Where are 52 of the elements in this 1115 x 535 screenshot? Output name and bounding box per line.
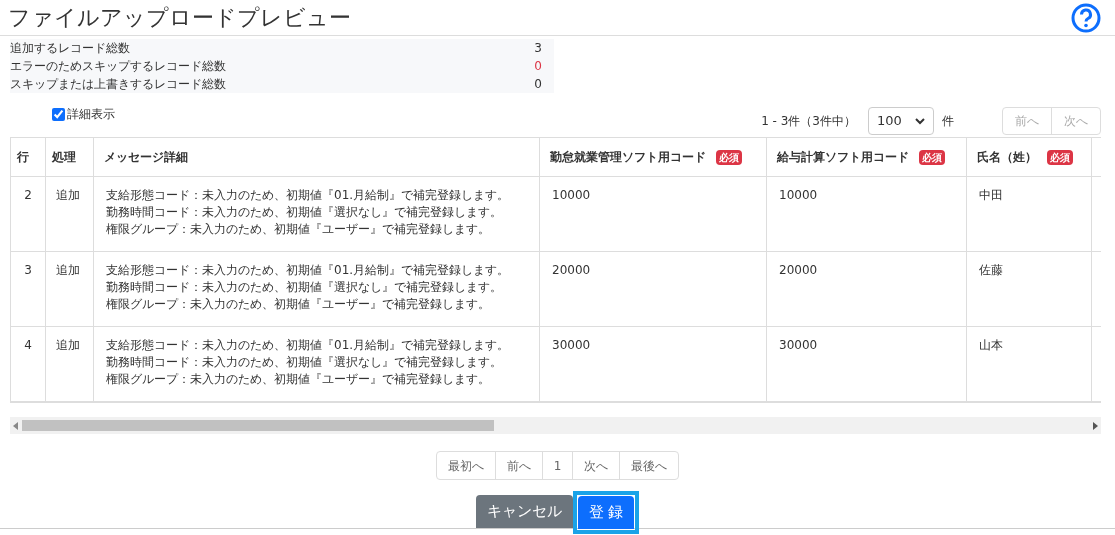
scroll-left-icon[interactable] [13, 421, 19, 430]
pagination-button[interactable]: 次へ [572, 452, 620, 479]
table-cell-text: 追加 [56, 262, 81, 279]
pagination-button[interactable]: 最後へ [619, 452, 679, 479]
table-cell-text: 30000 [552, 337, 592, 354]
table-cell-text: 3 [23, 262, 33, 279]
page-title: ファイルアップロードプレビュー [8, 6, 351, 29]
column-header: 勤怠就業管理ソフト用コード [550, 149, 706, 166]
summary-value: 0 [534, 58, 542, 75]
message-text: 支給形態コード：未入力のため、初期値『01.月給制』で補完登録します。 勤務時間コード：未入力のため、初期値『選択なし』で補完登録します。 権限グループ：未入力のため、初期値『ユーザー』で補完登録します。 [106, 262, 511, 313]
pagination-button[interactable]: 前へ [494, 452, 542, 479]
table-cell-text: 10000 [779, 187, 819, 204]
table-cell-text: 2 [23, 187, 33, 204]
cancel-button[interactable]: キャンセル [475, 495, 573, 528]
chevron-icon [915, 117, 925, 125]
required-badge: 必須 [919, 149, 945, 165]
table-cell-text: 山本 [979, 337, 1004, 354]
summary-value: 0 [534, 76, 542, 93]
record-range: 1 - 3件（3件中） [761, 113, 856, 130]
column-header: 処理 [52, 149, 76, 166]
detail-checkbox[interactable] [52, 107, 65, 121]
page-size-select[interactable]: 100 [868, 107, 934, 135]
summary-label: 追加するレコード総数 [10, 40, 130, 57]
column-header: メッセージ詳細 [104, 149, 188, 166]
required-badge: 必須 [1047, 149, 1073, 165]
summary-value: 3 [534, 40, 542, 57]
table-cell-text: 4 [23, 337, 33, 354]
summary-label: スキップまたは上書きするレコード総数 [10, 76, 226, 93]
table-cell-text: 追加 [56, 337, 81, 354]
table-cell-text: 20000 [779, 262, 819, 279]
help-icon[interactable] [1071, 2, 1101, 33]
table-cell-text: 佐藤 [979, 262, 1004, 279]
pagination-button[interactable]: 最初へ [436, 452, 495, 479]
horizontal-scrollbar[interactable] [10, 417, 1101, 434]
scrollbar-thumb[interactable] [22, 420, 494, 431]
checkbox-label: 詳細表示 [67, 106, 115, 123]
column-header: 氏名（姓） [977, 149, 1037, 166]
table-cell-text: 20000 [552, 262, 592, 279]
table-cell-text: 中田 [979, 187, 1004, 204]
table-cell-text: 30000 [779, 337, 819, 354]
page-size-unit: 件 [942, 113, 954, 130]
pagination-button[interactable]: 1 [541, 452, 573, 479]
message-text: 支給形態コード：未入力のため、初期値『01.月給制』で補完登録します。 勤務時間コード：未入力のため、初期値『選択なし』で補完登録します。 権限グループ：未入力のため、初期値『ユーザー』で補完登録します。 [106, 337, 511, 388]
required-badge: 必須 [716, 149, 742, 165]
scroll-right-icon[interactable] [1092, 421, 1098, 430]
column-header: 給与計算ソフト用コード [777, 149, 909, 166]
register-button[interactable]: 登 録 [577, 496, 635, 529]
message-text: 支給形態コード：未入力のため、初期値『01.月給制』で補完登録します。 勤務時間コード：未入力のため、初期値『選択なし』で補完登録します。 権限グループ：未入力のため、初期値『ユーザー』で補完登録します。 [106, 187, 511, 238]
column-header: 行 [17, 149, 29, 166]
summary-label: エラーのためスキップするレコード総数 [10, 58, 226, 75]
table-cell-text: 追加 [56, 187, 81, 204]
table-cell-text: 10000 [552, 187, 592, 204]
